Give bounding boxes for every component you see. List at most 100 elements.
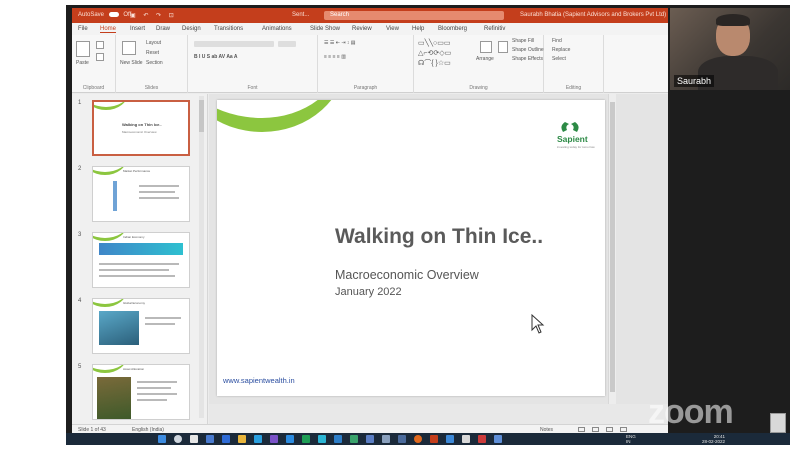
widgets-icon[interactable] <box>206 435 214 443</box>
app-icon[interactable] <box>398 435 406 443</box>
excel-icon[interactable] <box>302 435 310 443</box>
app-icon[interactable] <box>350 435 358 443</box>
tab-view[interactable]: View <box>386 26 399 32</box>
quick-access-toolbar[interactable]: ▣ ↶ ↷ ⊡ <box>130 12 177 19</box>
zoom-control-icon[interactable] <box>770 413 786 433</box>
reset-button[interactable]: Reset <box>146 49 159 58</box>
layout-button[interactable]: Layout <box>146 39 161 48</box>
group-label-slides: Slides <box>144 85 159 91</box>
save-icon[interactable]: ▣ <box>130 13 139 19</box>
slideshow-view-icon[interactable] <box>620 427 627 432</box>
app-icon[interactable] <box>366 435 374 443</box>
slide-thumbnail-1[interactable]: Walking on Thin Ice.. Macroeconomic Over… <box>92 100 190 156</box>
shape-fill-button[interactable]: Shape Fill <box>512 37 534 46</box>
slide-date[interactable]: January 2022 <box>335 286 402 298</box>
app-icon[interactable] <box>478 435 486 443</box>
slide-thumbnail-5[interactable]: Asset Allocation <box>92 364 190 420</box>
search-icon[interactable] <box>174 435 182 443</box>
tab-refinitiv[interactable]: Refinitiv <box>484 26 505 32</box>
outlook-icon[interactable] <box>286 435 294 443</box>
ribbon-group-paragraph: ☰ ☰ ⇤ ⇥ ↕ ▤ ≡ ≡ ≡ ≡ ▥ Paragraph <box>318 35 414 93</box>
quick-styles-icon[interactable] <box>498 41 508 53</box>
thumbnail-number: 1 <box>78 100 82 106</box>
slide-url[interactable]: www.sapientwealth.in <box>223 376 295 385</box>
tab-design[interactable]: Design <box>182 26 201 32</box>
scrollbar-thumb[interactable] <box>199 100 204 132</box>
slide-vertical-scrollbar[interactable] <box>608 94 616 404</box>
ribbon-tabs: File Home Insert Draw Design Transitions… <box>72 23 668 35</box>
find-button[interactable]: Find <box>552 37 562 46</box>
current-slide[interactable]: Sapient investing today for tomorrow Wal… <box>217 100 605 396</box>
tab-slide-show[interactable]: Slide Show <box>310 26 340 32</box>
tab-review[interactable]: Review <box>352 26 372 32</box>
tab-file[interactable]: File <box>78 26 88 32</box>
reading-view-icon[interactable] <box>606 427 613 432</box>
search-box[interactable]: Search <box>324 11 504 20</box>
settings-icon[interactable] <box>382 435 390 443</box>
tab-animations[interactable]: Animations <box>262 26 292 32</box>
app-icon[interactable] <box>494 435 502 443</box>
paste-icon[interactable] <box>76 41 90 57</box>
thumbnail-scrollbar[interactable] <box>199 96 204 418</box>
cut-icon[interactable] <box>96 41 104 49</box>
file-explorer-icon[interactable] <box>238 435 246 443</box>
font-name-dropdown[interactable] <box>194 41 274 47</box>
normal-view-icon[interactable] <box>578 427 585 432</box>
tab-home[interactable]: Home <box>100 26 117 33</box>
thumbnail-text-line <box>139 197 179 199</box>
new-slide-button[interactable]: New Slide <box>120 59 143 68</box>
present-icon[interactable]: ⊡ <box>169 13 177 19</box>
edge-icon[interactable] <box>254 435 262 443</box>
tray-language[interactable]: ENG IN <box>626 434 636 444</box>
tab-draw[interactable]: Draw <box>156 26 170 32</box>
account-name[interactable]: Saurabh Bhatia (Sapient Advisors and Bro… <box>520 12 666 18</box>
powerpoint-icon[interactable] <box>430 435 438 443</box>
font-format-buttons[interactable]: B I U S ab AV Aa A <box>194 53 238 62</box>
replace-button[interactable]: Replace <box>552 46 570 55</box>
windows-start-icon[interactable] <box>158 435 166 443</box>
slide-thumbnail-4[interactable]: Global Economy <box>92 298 190 354</box>
redo-icon[interactable]: ↷ <box>156 13 164 19</box>
shapes-gallery[interactable]: ▭╲╲○▭▭ △⌐⟲⟳◇▭ ☊⌒{ }☆▭ <box>418 39 451 69</box>
slide-thumbnail-2[interactable]: Market Performance <box>92 166 190 222</box>
slide-subtitle[interactable]: Macroeconomic Overview <box>335 268 479 282</box>
list-buttons[interactable]: ☰ ☰ ⇤ ⇥ ↕ ▤ <box>324 39 356 48</box>
thumbnail-arc <box>93 299 127 307</box>
new-slide-icon[interactable] <box>122 41 136 55</box>
participant-video[interactable]: Saurabh <box>670 8 790 90</box>
undo-icon[interactable]: ↶ <box>143 13 151 19</box>
app-icon[interactable] <box>414 435 422 443</box>
section-button[interactable]: Section <box>146 59 163 68</box>
slide-sorter-icon[interactable] <box>592 427 599 432</box>
slide-title[interactable]: Walking on Thin Ice.. <box>335 225 543 249</box>
thumbnail-photo <box>99 311 139 345</box>
font-size-dropdown[interactable] <box>278 41 296 47</box>
tab-help[interactable]: Help <box>412 26 424 32</box>
zoom-app-icon[interactable] <box>318 435 326 443</box>
copy-icon[interactable] <box>96 53 104 61</box>
autosave-toggle[interactable]: AutoSave Off <box>78 12 131 18</box>
tray-clock[interactable]: 20:41 28-02-2022 <box>702 434 725 444</box>
region-code: IN <box>626 439 631 444</box>
thumbnail-title: Global Economy <box>123 301 146 305</box>
paste-button[interactable]: Paste <box>76 59 89 68</box>
app-icon[interactable] <box>446 435 454 443</box>
shape-outline-button[interactable]: Shape Outline <box>512 46 544 55</box>
select-button[interactable]: Select <box>552 55 566 64</box>
tab-transitions[interactable]: Transitions <box>214 26 243 32</box>
slide-editor: Sapient investing today for tomorrow Wal… <box>209 94 668 424</box>
slide-thumbnail-3[interactable]: Indian Economy <box>92 232 190 288</box>
app-icon[interactable] <box>270 435 278 443</box>
arrange-icon[interactable] <box>480 41 492 53</box>
thumbnail-photo <box>97 377 131 419</box>
shape-effects-button[interactable]: Shape Effects <box>512 55 543 64</box>
teams-icon[interactable] <box>222 435 230 443</box>
task-view-icon[interactable] <box>190 435 198 443</box>
arrange-button[interactable]: Arrange <box>476 55 494 64</box>
tab-insert[interactable]: Insert <box>130 26 145 32</box>
scrollbar-thumb[interactable] <box>610 102 615 392</box>
word-icon[interactable] <box>334 435 342 443</box>
tab-bloomberg[interactable]: Bloomberg <box>438 26 467 32</box>
app-icon[interactable] <box>462 435 470 443</box>
align-buttons[interactable]: ≡ ≡ ≡ ≡ ▥ <box>324 53 346 62</box>
